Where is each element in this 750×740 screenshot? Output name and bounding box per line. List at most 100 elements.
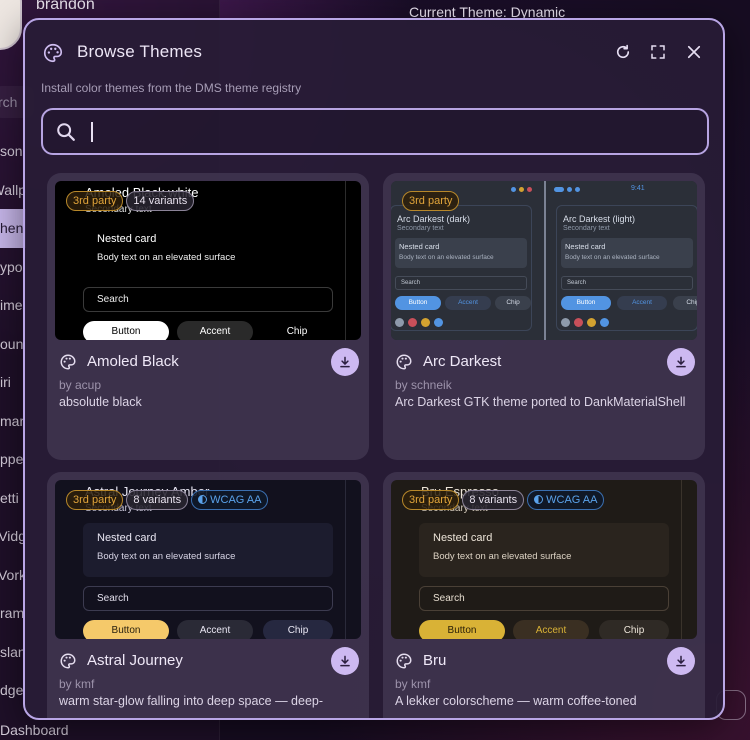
browse-themes-dialog: Browse Themes Install color themes from …	[23, 18, 725, 720]
variants-badge: 8 variants	[126, 490, 189, 510]
preview-button: Button	[83, 321, 169, 340]
preview-button: Button	[561, 296, 611, 310]
palette-icon	[396, 653, 412, 669]
theme-preview: Bru Espresso Secondary text Nested card …	[391, 480, 697, 639]
preview-title: Arc Darkest (dark)	[397, 214, 471, 224]
preview-body-text: Body text on an elevated surface	[97, 252, 236, 263]
download-button[interactable]	[667, 647, 695, 675]
contrast-icon	[198, 495, 208, 504]
download-button[interactable]	[331, 647, 359, 675]
third-party-badge: 3rd party	[402, 191, 460, 211]
download-icon	[340, 655, 350, 667]
fullscreen-icon	[651, 45, 665, 59]
theme-preview: Astral Journey Amber Secondary text Nest…	[55, 480, 361, 639]
badges: 3rd party 8 variants WCAG AA	[402, 490, 605, 510]
theme-card[interactable]: Astral Journey Amber Secondary text Nest…	[47, 472, 369, 718]
preview-accent: Accent	[177, 321, 253, 340]
close-icon	[687, 45, 701, 59]
theme-author: by schneik	[395, 378, 452, 392]
preview-buttons: Button Accent Chip	[83, 620, 333, 639]
theme-search-field[interactable]	[41, 108, 709, 155]
preview-accent: Accent	[177, 620, 253, 639]
preview-secondary-text: Secondary text	[397, 225, 444, 232]
preview-accent: Accent	[617, 296, 667, 310]
preview-divider	[681, 480, 682, 639]
preview-button: Button	[83, 620, 169, 639]
theme-preview: Amoled Black white Secondary text Nested…	[55, 181, 361, 340]
preview-swatches	[395, 318, 443, 327]
preview-nested-title: Nested card	[399, 242, 440, 251]
palette-icon	[396, 354, 412, 370]
preview-nested-card: Nested card Body text on an elevated sur…	[83, 224, 333, 278]
theme-description: Arc Darkest GTK theme ported to DankMate…	[395, 395, 686, 409]
preview-light-variant: 9:41 Arc Darkest (light) Secondary text …	[546, 181, 697, 340]
wcag-label: WCAG AA	[210, 494, 262, 506]
download-icon	[340, 356, 350, 368]
close-button[interactable]	[682, 40, 706, 64]
dialog-header: Browse Themes	[25, 20, 723, 80]
search-icon	[57, 123, 75, 141]
variants-badge: 8 variants	[462, 490, 525, 510]
preview-nested-card: Nested card Body text on an elevated sur…	[395, 238, 527, 268]
preview-chip: Chip	[263, 620, 333, 639]
preview-nested-title: Nested card	[97, 532, 157, 544]
preview-button: Button	[395, 296, 441, 310]
theme-description: absolutle black	[59, 395, 142, 409]
theme-card[interactable]: Arc Darkest (dark) Secondary text Nested…	[383, 173, 705, 460]
refresh-button[interactable]	[611, 40, 635, 64]
preview-frame: Arc Darkest (dark) Secondary text Nested…	[391, 205, 532, 331]
text-caret	[91, 122, 93, 142]
badges: 3rd party	[402, 191, 460, 211]
preview-frame: Arc Darkest (light) Secondary text Neste…	[556, 205, 697, 331]
theme-description: A lekker colorscheme — warm coffee-toned	[395, 694, 637, 708]
download-icon	[676, 356, 686, 368]
download-button[interactable]	[667, 348, 695, 376]
preview-divider	[345, 181, 346, 340]
preview-window-dots	[554, 187, 580, 192]
preview-body-text: Body text on an elevated surface	[97, 551, 236, 562]
third-party-badge: 3rd party	[66, 490, 124, 510]
preview-search: Search	[561, 276, 693, 290]
theme-description: warm star-glow falling into deep space —…	[59, 694, 324, 708]
fullscreen-button[interactable]	[646, 40, 670, 64]
wcag-badge: WCAG AA	[527, 490, 605, 510]
theme-name: Bru	[423, 652, 447, 669]
contrast-icon	[534, 495, 544, 504]
avatar	[0, 0, 22, 50]
preview-time: 9:41	[631, 185, 645, 192]
preview-accent: Accent	[445, 296, 491, 310]
preview-nested-title: Nested card	[97, 233, 157, 245]
palette-icon	[60, 653, 76, 669]
search-input[interactable]	[95, 110, 695, 153]
preview-accent: Accent	[513, 620, 589, 639]
preview-divider	[345, 480, 346, 639]
preview-body-text: Body text on an elevated surface	[433, 551, 572, 562]
dialog-title: Browse Themes	[77, 42, 203, 61]
download-button[interactable]	[331, 348, 359, 376]
theme-preview: Arc Darkest (dark) Secondary text Nested…	[391, 181, 697, 340]
download-icon	[676, 655, 686, 667]
preview-buttons: Button Accent Chip	[83, 321, 335, 340]
preview-buttons: Button Accent Chip	[561, 296, 697, 310]
theme-name: Amoled Black	[87, 353, 179, 370]
theme-author: by acup	[59, 378, 102, 392]
wcag-label: WCAG AA	[546, 494, 598, 506]
theme-author: by kmf	[59, 677, 95, 691]
preview-nested-card: Nested card Body text on an elevated sur…	[561, 238, 693, 268]
preview-nested-title: Nested card	[433, 532, 493, 544]
theme-card[interactable]: Bru Espresso Secondary text Nested card …	[383, 472, 705, 718]
theme-card[interactable]: Amoled Black white Secondary text Nested…	[47, 173, 369, 460]
preview-search: Search	[395, 276, 527, 290]
palette-icon	[60, 354, 76, 370]
preview-chip: Chip	[495, 296, 531, 310]
sidebar-item-dashboard[interactable]: Dashboard	[0, 722, 70, 738]
preview-title: Arc Darkest (light)	[563, 214, 636, 224]
preview-chip: Chip	[259, 321, 335, 340]
badges: 3rd party 8 variants WCAG AA	[66, 490, 269, 510]
preview-nested-card: Nested card Body text on an elevated sur…	[83, 523, 333, 577]
refresh-icon	[616, 44, 630, 59]
variants-badge: 14 variants	[126, 191, 195, 211]
preview-chip: Chip	[599, 620, 669, 639]
preview-body-text: Body text on an elevated surface	[399, 254, 494, 261]
preview-search: Search	[83, 287, 333, 312]
